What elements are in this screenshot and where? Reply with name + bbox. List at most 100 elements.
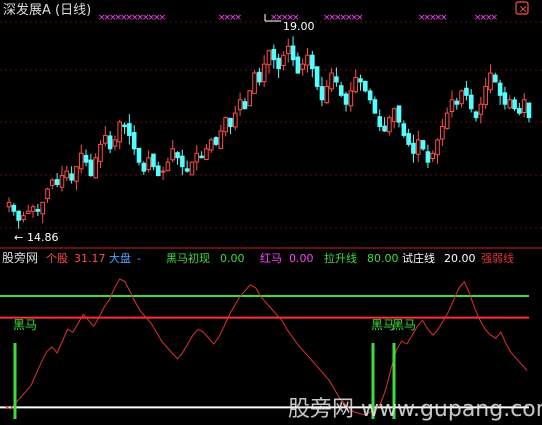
candle bbox=[449, 90, 455, 118]
svg-text:强弱线: 强弱线 bbox=[481, 251, 514, 265]
chart-title: 深发展A (日线) bbox=[3, 2, 91, 18]
candle bbox=[343, 91, 349, 112]
candle bbox=[420, 139, 426, 151]
candle-body bbox=[117, 121, 123, 143]
candle bbox=[440, 118, 445, 146]
candle bbox=[497, 79, 503, 105]
candle-body bbox=[440, 126, 445, 140]
candle-body bbox=[146, 157, 151, 171]
candle bbox=[459, 89, 464, 108]
candle-body bbox=[396, 105, 402, 123]
svg-text:×: × bbox=[519, 3, 528, 16]
candle bbox=[391, 107, 397, 129]
candle bbox=[151, 153, 156, 171]
close-icon[interactable]: × bbox=[515, 1, 529, 16]
candle-body bbox=[30, 206, 36, 212]
svg-text:80.00: 80.00 bbox=[367, 252, 399, 265]
candle-body bbox=[232, 112, 238, 128]
candle-body bbox=[483, 85, 488, 106]
candle bbox=[468, 89, 474, 113]
candle bbox=[271, 44, 277, 69]
candle bbox=[69, 166, 74, 184]
candle bbox=[362, 80, 368, 93]
candle bbox=[50, 178, 55, 190]
candle-body bbox=[11, 204, 17, 212]
candle bbox=[300, 58, 306, 76]
candle bbox=[488, 64, 493, 94]
candle bbox=[131, 125, 137, 156]
candle bbox=[74, 165, 79, 191]
candle-body bbox=[444, 112, 450, 129]
candle-body bbox=[122, 124, 127, 128]
signal-marker: × bbox=[491, 13, 499, 23]
candle-body bbox=[74, 166, 79, 182]
candle bbox=[247, 90, 253, 107]
candle-body bbox=[261, 63, 267, 83]
candle-body bbox=[247, 90, 253, 107]
candle-body bbox=[468, 94, 474, 110]
candle-body bbox=[170, 148, 176, 161]
candle bbox=[16, 210, 21, 229]
heima-bar bbox=[13, 343, 17, 419]
svg-text:-: - bbox=[137, 252, 141, 265]
candle-body bbox=[189, 161, 195, 176]
candle-body bbox=[35, 209, 41, 212]
candle-body bbox=[252, 72, 257, 94]
candle-body bbox=[276, 57, 281, 70]
svg-text:←: ← bbox=[14, 231, 23, 244]
candle bbox=[319, 76, 325, 107]
candle-body bbox=[411, 142, 416, 154]
candle bbox=[98, 140, 103, 169]
candle bbox=[25, 204, 31, 215]
strength-line bbox=[4, 278, 528, 416]
candle bbox=[122, 122, 127, 135]
strength-series bbox=[4, 278, 528, 416]
candle bbox=[204, 144, 209, 161]
candle bbox=[338, 81, 344, 98]
candle-body bbox=[165, 161, 171, 171]
candle-body bbox=[21, 215, 26, 220]
candle bbox=[218, 124, 224, 150]
candle-body bbox=[334, 76, 339, 83]
candle bbox=[155, 161, 161, 177]
candle bbox=[382, 117, 387, 133]
candle-body bbox=[45, 188, 50, 200]
candle-body bbox=[497, 82, 503, 96]
candle bbox=[107, 131, 113, 154]
candle bbox=[396, 105, 402, 128]
candle-body bbox=[464, 87, 469, 96]
candle bbox=[146, 150, 151, 173]
candle bbox=[329, 67, 334, 92]
candle bbox=[141, 161, 147, 175]
candle bbox=[276, 53, 281, 79]
candle-body bbox=[228, 117, 233, 128]
candle-body bbox=[435, 139, 440, 156]
chart-canvas: ×××××××××××× ×××× ××××× ××××××× ××××× ×××× 深发… bbox=[0, 1, 542, 422]
svg-text:31.17: 31.17 bbox=[74, 252, 106, 265]
candle-body bbox=[492, 74, 498, 83]
candle bbox=[314, 66, 320, 91]
candle-body bbox=[295, 56, 301, 74]
candle-body bbox=[372, 99, 378, 114]
candle-body bbox=[377, 116, 383, 128]
candle-body bbox=[521, 99, 527, 113]
candle bbox=[213, 136, 219, 146]
candle-body bbox=[391, 108, 397, 122]
high-price-label: 19.00 bbox=[283, 20, 315, 33]
candle-body bbox=[64, 170, 70, 179]
candle-body bbox=[425, 151, 431, 163]
signal-marker: × bbox=[235, 13, 243, 23]
candle bbox=[444, 107, 450, 130]
candle-body bbox=[199, 155, 204, 159]
candle bbox=[165, 157, 171, 172]
candle bbox=[464, 80, 469, 101]
candle-body bbox=[271, 48, 277, 61]
candle bbox=[401, 120, 407, 138]
candle-body bbox=[290, 45, 296, 61]
candle bbox=[502, 86, 508, 110]
candle-body bbox=[242, 101, 248, 110]
svg-text:红马: 红马 bbox=[260, 252, 282, 265]
candle-body bbox=[353, 77, 358, 93]
indicator-levels bbox=[0, 295, 529, 409]
candle bbox=[411, 134, 416, 163]
